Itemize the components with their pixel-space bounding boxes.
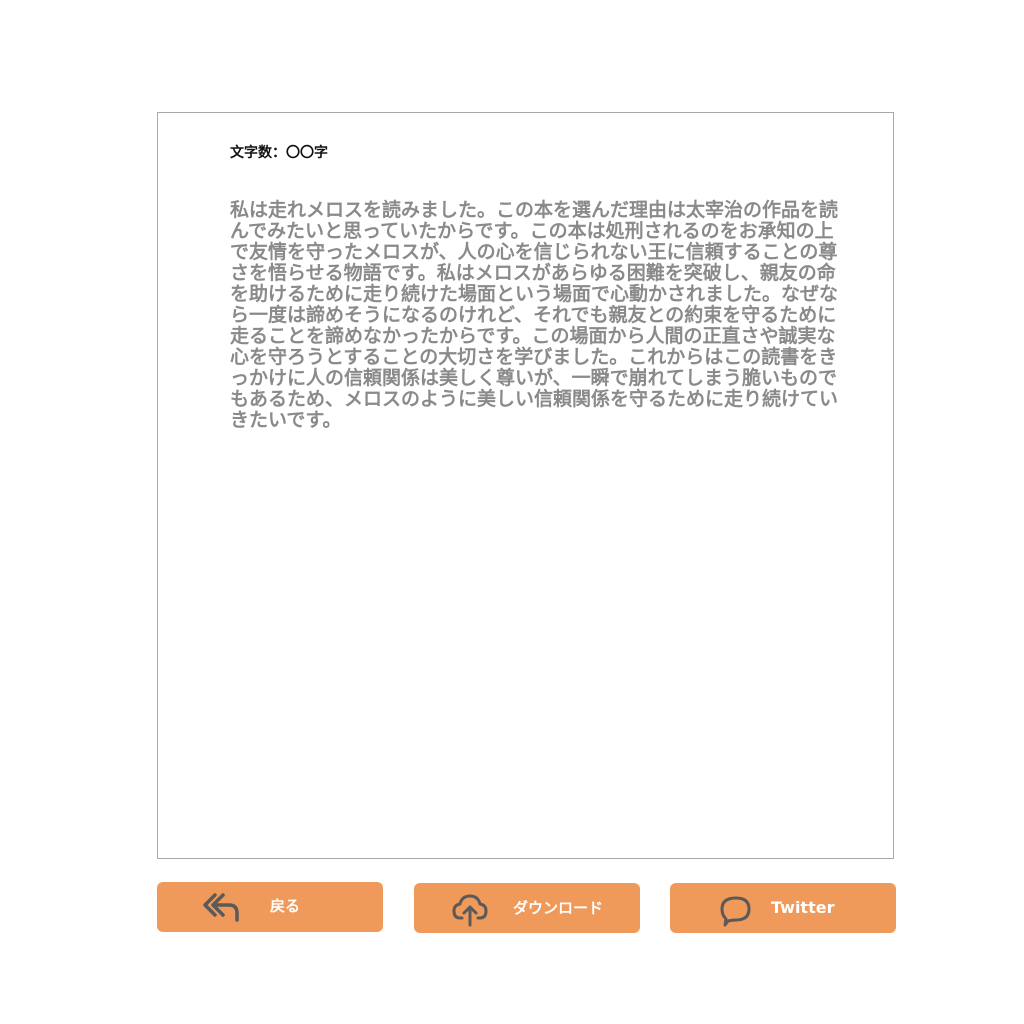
page: 文字数：〇〇字 私は走れメロスを読みました。この本を選んだ理由は太宰治の作品を読… <box>0 0 1024 1024</box>
download-button[interactable]: ダウンロード <box>414 883 640 933</box>
essay-paper: 文字数：〇〇字 私は走れメロスを読みました。この本を選んだ理由は太宰治の作品を読… <box>157 112 894 859</box>
download-button-label: ダウンロード <box>513 899 604 917</box>
reply-all-icon <box>201 887 241 927</box>
essay-text: 私は走れメロスを読みました。この本を選んだ理由は太宰治の作品を読んでみたいと思っ… <box>230 199 839 431</box>
back-button[interactable]: 戻る <box>157 882 383 932</box>
speech-bubble-icon <box>716 889 756 929</box>
back-button-label: 戻る <box>270 897 301 915</box>
twitter-button[interactable]: Twitter <box>670 883 896 933</box>
cloud-upload-icon <box>450 889 490 929</box>
twitter-button-label: Twitter <box>771 898 835 917</box>
char-count-label: 文字数：〇〇字 <box>230 145 328 161</box>
